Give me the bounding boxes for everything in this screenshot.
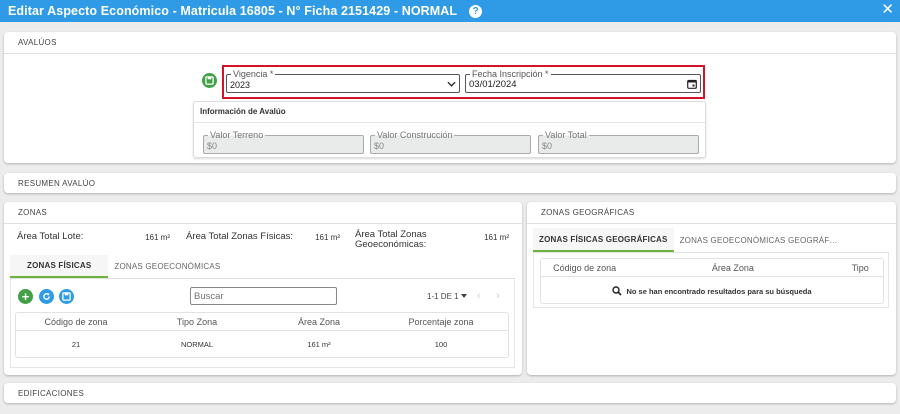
zonas-table: Código de zona Tipo Zona Área Zona Porce… bbox=[15, 312, 509, 358]
valor-terreno-field: Valor Terreno $0 bbox=[203, 130, 364, 154]
close-icon[interactable]: ✕ bbox=[881, 2, 894, 18]
col-porcentaje-zona[interactable]: Porcentaje zona bbox=[380, 317, 502, 327]
next-page-icon[interactable]: › bbox=[496, 290, 500, 302]
zonas-panel: + 1-1 DE 1 ‹ › Código de zona Tipo Zona … bbox=[10, 279, 515, 368]
zonas-card: ZONAS Área Total Lote: 161 m² Área Total… bbox=[4, 202, 522, 375]
vigencia-select[interactable]: Vigencia * 2023 bbox=[226, 69, 460, 93]
cell-porcentaje-zona: 100 bbox=[434, 339, 448, 349]
table-row[interactable]: 21 NORMAL 161 m² 100 bbox=[16, 337, 508, 351]
prev-page-icon[interactable]: ‹ bbox=[477, 290, 481, 302]
save-button[interactable] bbox=[202, 73, 217, 88]
zonas-geograficas-tabs: ZONAS FÍSICAS GEOGRÁFICAS ZONAS GEOECONÓ… bbox=[533, 228, 889, 253]
zonas-header[interactable]: ZONAS bbox=[4, 202, 522, 224]
refresh-button[interactable] bbox=[39, 289, 54, 304]
area-zonas-fisicas-label: Área Total Zonas Físicas: bbox=[186, 231, 294, 242]
edificaciones-card[interactable]: EDIFICACIONES bbox=[4, 383, 896, 403]
search-icon bbox=[612, 286, 623, 296]
area-total-lote-label: Área Total Lote: bbox=[17, 231, 84, 242]
zonas-geograficas-table: Código de zona Área Zona Tipo No se han … bbox=[540, 258, 884, 304]
valor-total-value: $0 bbox=[542, 141, 553, 151]
col-codigo-zona[interactable]: Código de zona bbox=[16, 317, 136, 327]
calendar-icon[interactable] bbox=[687, 79, 697, 89]
tab-zonas-geoeconomicas[interactable]: ZONAS GEOECONÓMICAS bbox=[108, 255, 226, 278]
empty-message: No se han encontrado resultados para su … bbox=[626, 286, 812, 296]
caret-down-icon bbox=[460, 294, 467, 298]
zonas-geograficas-card: ZONAS GEOGRÁFICAS ZONAS FÍSICAS GEOGRÁFI… bbox=[527, 202, 896, 375]
window-title: Editar Aspecto Económico - Matricula 168… bbox=[8, 4, 458, 18]
pagination-label: 1-1 DE 1 bbox=[427, 292, 459, 301]
tab-zonas-fisicas-geograficas[interactable]: ZONAS FÍSICAS GEOGRÁFICAS bbox=[533, 228, 674, 252]
chevron-down-icon bbox=[447, 81, 456, 87]
col-area-zona[interactable]: Área Zona bbox=[258, 317, 380, 327]
window-title-bar: Editar Aspecto Económico - Matricula 168… bbox=[0, 0, 900, 22]
valor-construccion-label: Valor Construcción bbox=[375, 130, 455, 140]
avaluos-card: AVALÚOS Vigencia * 2023 Fecha Inscripció… bbox=[4, 32, 896, 163]
vigencia-label: Vigencia * bbox=[231, 69, 276, 79]
valor-total-label: Valor Total bbox=[543, 130, 589, 140]
zonas-geograficas-panel: Código de zona Área Zona Tipo No se han … bbox=[533, 253, 889, 308]
fecha-inscripcion-input[interactable]: Fecha Inscripción * 03/01/2024 bbox=[465, 69, 701, 93]
cell-tipo-zona: NORMAL bbox=[180, 339, 214, 349]
edificaciones-header[interactable]: EDIFICACIONES bbox=[4, 383, 896, 403]
cell-area-zona: 161 m² bbox=[307, 339, 331, 349]
zonas-geograficas-table-header: Código de zona Área Zona Tipo bbox=[541, 259, 883, 277]
col-codigo-zona[interactable]: Código de zona bbox=[541, 263, 628, 273]
zonas-table-header: Código de zona Tipo Zona Área Zona Porce… bbox=[16, 313, 508, 331]
valor-construccion-value: $0 bbox=[374, 141, 385, 151]
valor-terreno-value: $0 bbox=[207, 141, 218, 151]
avaluos-header[interactable]: AVALÚOS bbox=[4, 32, 896, 54]
tab-zonas-fisicas[interactable]: ZONAS FÍSICAS bbox=[10, 255, 109, 278]
valor-terreno-label: Valor Terreno bbox=[208, 130, 266, 140]
export-button[interactable] bbox=[59, 289, 74, 304]
zonas-tabs: ZONAS FÍSICAS ZONAS GEOECONÓMICAS bbox=[10, 255, 515, 279]
area-total-lote-value: 161 m² bbox=[145, 233, 170, 242]
empty-row: No se han encontrado resultados para su … bbox=[541, 285, 883, 297]
info-avaluo-panel: Información de Avalúo Valor Terreno $0 V… bbox=[193, 101, 706, 158]
save-icon bbox=[62, 292, 71, 301]
info-avaluo-title: Información de Avalúo bbox=[200, 107, 286, 116]
pagination-select[interactable]: 1-1 DE 1 bbox=[427, 292, 467, 301]
add-zona-button[interactable]: + bbox=[18, 289, 33, 304]
help-icon[interactable]: ? bbox=[469, 4, 483, 18]
col-tipo-zona[interactable]: Tipo Zona bbox=[136, 317, 258, 327]
fecha-inscripcion-label: Fecha Inscripción * bbox=[470, 69, 551, 79]
search-input[interactable] bbox=[190, 287, 337, 305]
col-area-zona[interactable]: Área Zona bbox=[628, 263, 787, 273]
area-zonas-geo-label: Área Total Zonas Geoeconómicas: bbox=[355, 229, 427, 250]
valor-construccion-field: Valor Construcción $0 bbox=[370, 130, 531, 154]
save-icon bbox=[205, 76, 214, 85]
col-tipo[interactable]: Tipo bbox=[787, 263, 883, 273]
vigencia-value: 2023 bbox=[230, 80, 251, 90]
resumen-avaluo-card[interactable]: RESUMEN AVALÚO bbox=[4, 173, 896, 193]
zonas-geograficas-header[interactable]: ZONAS GEOGRÁFICAS bbox=[527, 202, 896, 224]
fecha-inscripcion-value: 03/01/2024 bbox=[469, 79, 517, 90]
valor-total-field: Valor Total $0 bbox=[538, 130, 699, 154]
refresh-icon bbox=[43, 292, 50, 300]
area-zonas-fisicas-value: 161 m² bbox=[315, 233, 340, 242]
area-zonas-geo-value: 161 m² bbox=[484, 233, 509, 242]
resumen-avaluo-header[interactable]: RESUMEN AVALÚO bbox=[4, 173, 896, 193]
cell-codigo-zona: 21 bbox=[71, 339, 81, 349]
tab-zonas-geoeconomicas-geograficas[interactable]: ZONAS GEOECONÓMICAS GEOGRÁF… bbox=[674, 228, 844, 252]
